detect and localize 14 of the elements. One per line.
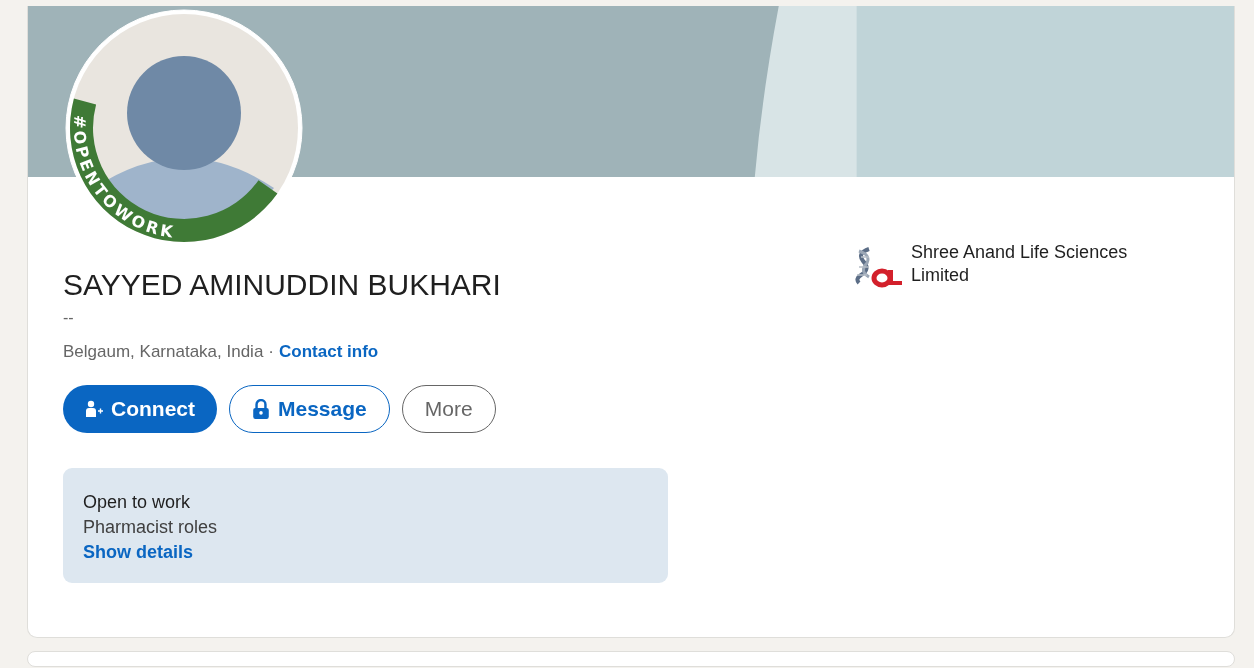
location-text: Belgaum, Karnataka, India <box>63 341 264 363</box>
secondary-action-button[interactable]: Message <box>229 385 390 433</box>
tertiary-action-button[interactable]: More <box>401 385 496 433</box>
primary-action-button[interactable]: Connect <box>63 385 217 433</box>
contact-info-link[interactable]: Contact info <box>279 341 379 363</box>
open-to-work-roles: Pharmacist roles <box>83 516 219 539</box>
company-link[interactable]: Shree Anand Life Sciences Limited <box>911 241 1181 287</box>
open-to-work-title: Open to work <box>83 491 192 514</box>
separator-dot: · <box>268 341 275 363</box>
profile-headline: -- <box>63 309 75 327</box>
show-details-link[interactable]: Show details <box>83 540 194 565</box>
lock-icon <box>252 399 270 419</box>
user-plus-icon <box>85 399 103 419</box>
profile-name: SAYYED AMINUDDIN BUKHARI <box>63 267 502 303</box>
